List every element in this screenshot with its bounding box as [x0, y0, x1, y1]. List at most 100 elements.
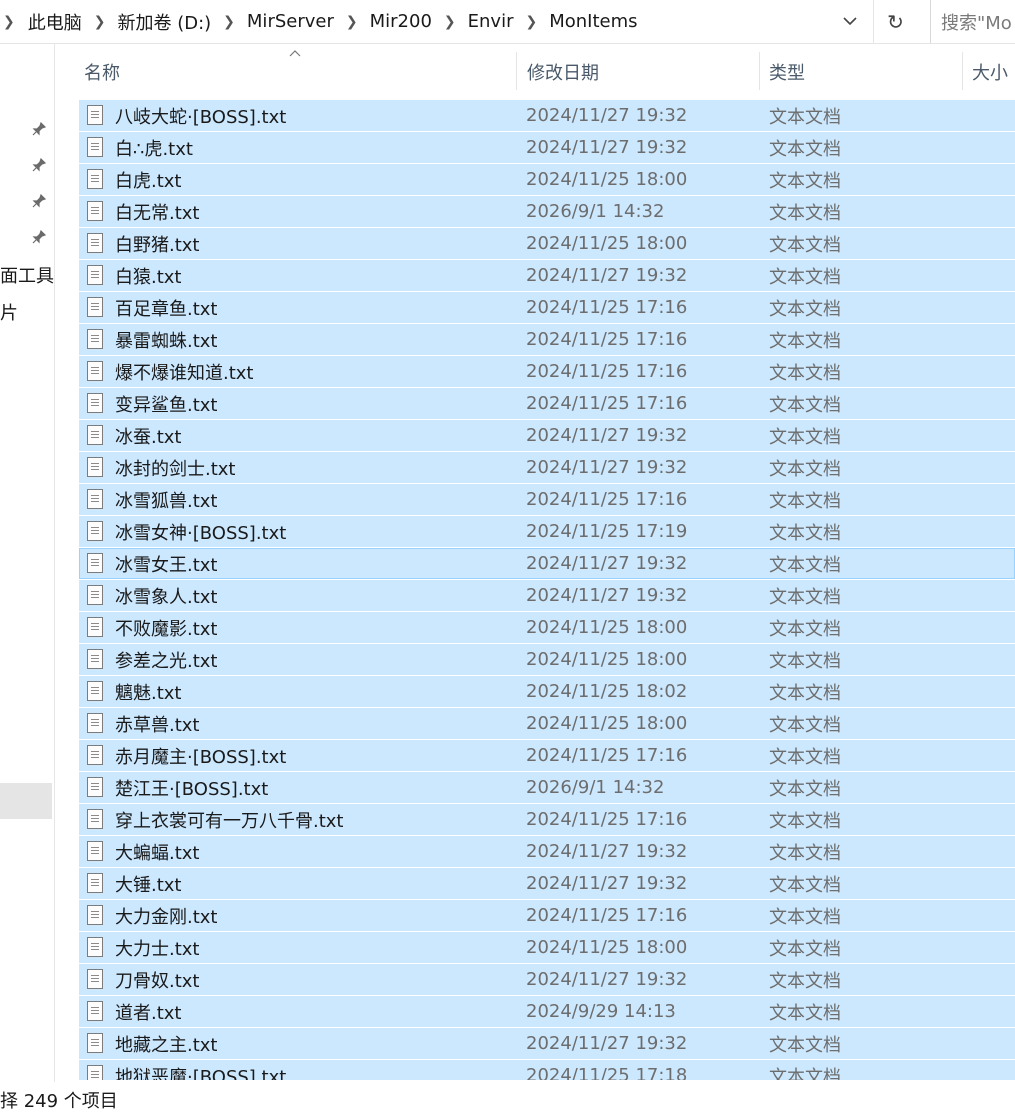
column-header-name[interactable]: 名称: [84, 44, 514, 100]
breadcrumb-mir200[interactable]: Mir200: [368, 9, 434, 34]
chevron-right-icon[interactable]: ❯: [444, 14, 456, 30]
chevron-right-icon[interactable]: ❯: [223, 14, 235, 30]
text-document-icon: [87, 1001, 103, 1021]
text-document-icon: [87, 585, 103, 605]
file-row[interactable]: 赤草兽.txt 2024/11/25 18:00 文本文档: [79, 708, 1015, 739]
file-date-modified: 2024/11/25 18:00: [526, 649, 688, 670]
file-type: 文本文档: [769, 714, 841, 736]
file-row[interactable]: 参差之光.txt 2024/11/25 18:00 文本文档: [79, 644, 1015, 675]
pane-divider[interactable]: [54, 44, 55, 1084]
file-row[interactable]: 白虎.txt 2024/11/25 18:00 文本文档: [79, 164, 1015, 195]
file-row[interactable]: 地藏之主.txt 2024/11/27 19:32 文本文档: [79, 1028, 1015, 1059]
breadcrumb-mirserver[interactable]: MirServer: [245, 9, 336, 34]
file-row[interactable]: 大锤.txt 2024/11/27 19:32 文本文档: [79, 868, 1015, 899]
file-row[interactable]: 冰雪女神·[BOSS].txt 2024/11/25 17:19 文本文档: [79, 516, 1015, 547]
file-type: 文本文档: [769, 298, 841, 320]
file-date-modified: 2024/11/27 19:32: [526, 969, 688, 990]
file-row[interactable]: 八岐大蛇·[BOSS].txt 2024/11/27 19:32 文本文档: [79, 100, 1015, 131]
text-document-icon: [87, 1065, 103, 1080]
file-name: 暴雷蜘蛛.txt: [115, 330, 218, 352]
file-type: 文本文档: [769, 138, 841, 160]
file-row[interactable]: 变异鲨鱼.txt 2024/11/25 17:16 文本文档: [79, 388, 1015, 419]
file-list[interactable]: 八岐大蛇·[BOSS].txt 2024/11/27 19:32 文本文档 白∴虎.t…: [79, 100, 1015, 1080]
file-name: 白野猪.txt: [115, 234, 200, 256]
nav-item-pictures[interactable]: 片: [0, 299, 18, 325]
file-date-modified: 2024/11/27 19:32: [526, 425, 688, 446]
file-date-modified: 2024/11/27 19:32: [526, 1033, 688, 1054]
pin-icon[interactable]: [29, 119, 49, 139]
address-history-dropdown-button[interactable]: [828, 0, 872, 43]
file-row[interactable]: 大力士.txt 2024/11/25 18:00 文本文档: [79, 932, 1015, 963]
file-row[interactable]: 不败魔影.txt 2024/11/25 18:00 文本文档: [79, 612, 1015, 643]
file-row[interactable]: 楚江王·[BOSS].txt 2026/9/1 14:32 文本文档: [79, 772, 1015, 803]
search-input[interactable]: 搜索"Mo: [930, 0, 1015, 43]
file-name: 大力金刚.txt: [115, 906, 218, 928]
file-row[interactable]: 爆不爆谁知道.txt 2024/11/25 17:16 文本文档: [79, 356, 1015, 387]
file-row[interactable]: 地狱恶魔·[BOSS].txt 2024/11/25 17:18 文本文档: [79, 1060, 1015, 1080]
file-row[interactable]: 白野猪.txt 2024/11/25 18:00 文本文档: [79, 228, 1015, 259]
text-document-icon: [87, 681, 103, 701]
pin-icon[interactable]: [29, 191, 49, 211]
file-row[interactable]: 冰雪狐兽.txt 2024/11/25 17:16 文本文档: [79, 484, 1015, 515]
file-date-modified: 2024/11/25 18:00: [526, 713, 688, 734]
file-date-modified: 2024/11/27 19:32: [526, 841, 688, 862]
file-name: 冰封的剑士.txt: [115, 458, 236, 480]
file-name: 白虎.txt: [115, 170, 182, 192]
text-document-icon: [87, 297, 103, 317]
file-row[interactable]: 大蝙蝠.txt 2024/11/27 19:32 文本文档: [79, 836, 1015, 867]
breadcrumb-envir[interactable]: Envir: [466, 9, 516, 34]
file-name: 不败魔影.txt: [115, 618, 218, 640]
text-document-icon: [87, 617, 103, 637]
file-type: 文本文档: [769, 202, 841, 224]
file-row[interactable]: 暴雷蜘蛛.txt 2024/11/25 17:16 文本文档: [79, 324, 1015, 355]
column-divider[interactable]: [962, 52, 963, 90]
file-row[interactable]: 冰蚕.txt 2024/11/27 19:32 文本文档: [79, 420, 1015, 451]
breadcrumb-monitems[interactable]: MonItems: [547, 9, 639, 34]
file-type: 文本文档: [769, 682, 841, 704]
text-document-icon: [87, 809, 103, 829]
file-row[interactable]: 冰雪女王.txt 2024/11/27 19:32 文本文档: [79, 548, 1015, 579]
file-row[interactable]: 魑魅.txt 2024/11/25 18:02 文本文档: [79, 676, 1015, 707]
file-date-modified: 2024/11/25 17:16: [526, 905, 688, 926]
breadcrumb-drive-d[interactable]: 新加卷 (D:): [115, 7, 213, 37]
file-row[interactable]: 百足章鱼.txt 2024/11/25 17:16 文本文档: [79, 292, 1015, 323]
file-name: 地狱恶魔·[BOSS].txt: [115, 1066, 287, 1081]
breadcrumb-this-pc[interactable]: 此电脑: [26, 7, 84, 37]
pin-icon[interactable]: [29, 227, 49, 247]
file-date-modified: 2024/11/25 17:16: [526, 745, 688, 766]
file-type: 文本文档: [769, 554, 841, 576]
file-name: 白猿.txt: [115, 266, 182, 288]
file-type: 文本文档: [769, 778, 841, 800]
file-row[interactable]: 穿上衣裳可有一万八千骨.txt 2024/11/25 17:16 文本文档: [79, 804, 1015, 835]
file-name: 楚江王·[BOSS].txt: [115, 778, 269, 800]
file-date-modified: 2024/9/29 14:13: [526, 1001, 676, 1022]
file-name: 八岐大蛇·[BOSS].txt: [115, 106, 287, 128]
chevron-right-icon[interactable]: ❯: [3, 14, 15, 30]
nav-item-desktop-tools[interactable]: 面工具: [0, 262, 54, 288]
file-date-modified: 2024/11/25 17:16: [526, 489, 688, 510]
file-type: 文本文档: [769, 938, 841, 960]
column-divider[interactable]: [759, 52, 760, 90]
chevron-right-icon[interactable]: ❯: [94, 14, 106, 30]
chevron-right-icon[interactable]: ❯: [525, 14, 537, 30]
file-row[interactable]: 赤月魔主·[BOSS].txt 2024/11/25 17:16 文本文档: [79, 740, 1015, 771]
column-header-date-modified[interactable]: 修改日期: [527, 44, 757, 100]
column-header-type[interactable]: 类型: [769, 44, 959, 100]
file-row[interactable]: 道者.txt 2024/9/29 14:13 文本文档: [79, 996, 1015, 1027]
pin-icon[interactable]: [29, 155, 49, 175]
file-row[interactable]: 白∴虎.txt 2024/11/27 19:32 文本文档: [79, 132, 1015, 163]
file-row[interactable]: 白猿.txt 2024/11/27 19:32 文本文档: [79, 260, 1015, 291]
file-type: 文本文档: [769, 394, 841, 416]
file-row[interactable]: 冰雪象人.txt 2024/11/27 19:32 文本文档: [79, 580, 1015, 611]
file-type: 文本文档: [769, 266, 841, 288]
refresh-button[interactable]: ↻: [873, 0, 917, 43]
column-divider[interactable]: [516, 52, 517, 90]
nav-item-selected[interactable]: [0, 783, 52, 819]
file-row[interactable]: 白无常.txt 2026/9/1 14:32 文本文档: [79, 196, 1015, 227]
file-row[interactable]: 冰封的剑士.txt 2024/11/27 19:32 文本文档: [79, 452, 1015, 483]
column-header-size[interactable]: 大小: [972, 44, 1015, 100]
chevron-right-icon[interactable]: ❯: [346, 14, 358, 30]
file-date-modified: 2024/11/25 18:00: [526, 617, 688, 638]
file-row[interactable]: 刀骨奴.txt 2024/11/27 19:32 文本文档: [79, 964, 1015, 995]
file-row[interactable]: 大力金刚.txt 2024/11/25 17:16 文本文档: [79, 900, 1015, 931]
